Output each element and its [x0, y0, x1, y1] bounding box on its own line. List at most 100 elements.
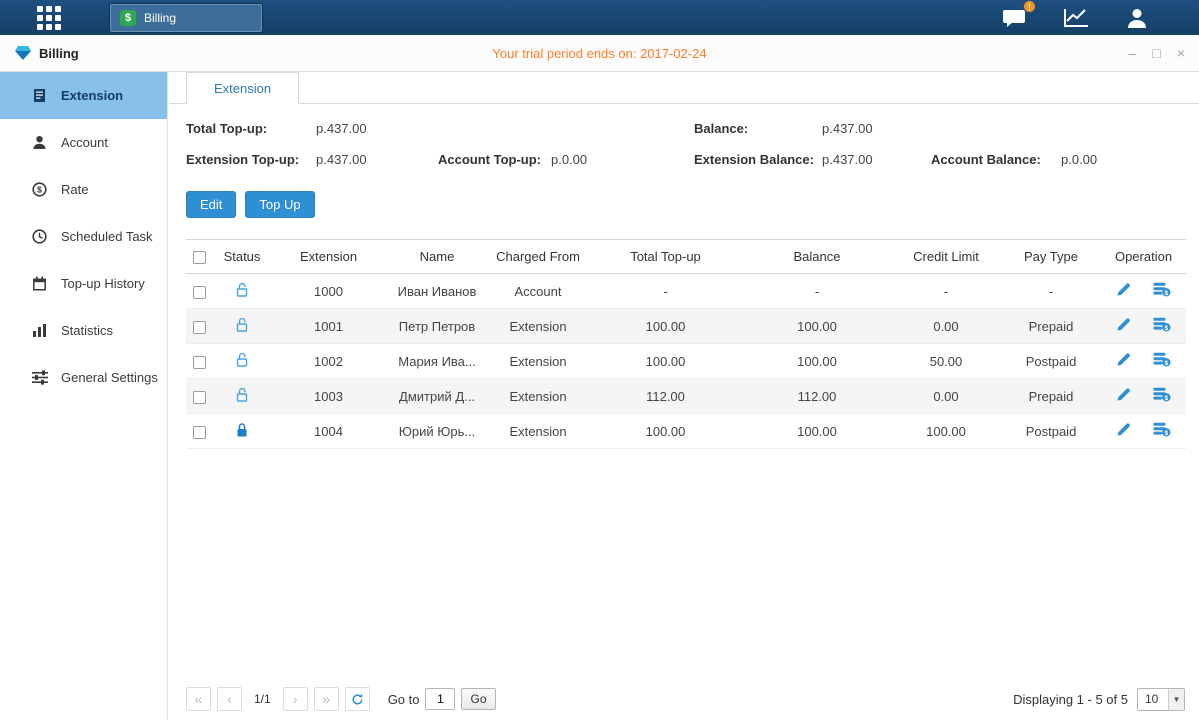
top-up-money-icon[interactable]: $ — [1153, 352, 1171, 370]
cell-name: Петр Петров — [386, 309, 488, 344]
sidebar-item-label: Extension — [61, 88, 123, 103]
col-balance[interactable]: Balance — [743, 240, 891, 274]
top-up-money-icon[interactable]: $ — [1153, 282, 1171, 300]
col-pay-type[interactable]: Pay Type — [1001, 240, 1101, 274]
top-up-money-icon[interactable]: $ — [1153, 422, 1171, 440]
app-launcher-grid-icon[interactable] — [37, 6, 61, 30]
lock-closed-icon[interactable] — [235, 422, 249, 441]
displaying-text: Displaying 1 - 5 of 5 — [1013, 692, 1128, 707]
window-controls: – □ × — [1129, 46, 1185, 60]
top-up-button[interactable]: Top Up — [245, 191, 314, 218]
table-row[interactable]: 1003 Дмитрий Д... Extension 112.00 112.0… — [186, 379, 1186, 414]
extension-topup-label: Extension Top-up: — [186, 152, 316, 167]
sidebar-item-statistics[interactable]: Statistics — [0, 307, 167, 354]
chevron-down-icon: ▼ — [1168, 689, 1184, 710]
first-page-button[interactable]: « — [186, 687, 211, 711]
sidebar-item-topup-history[interactable]: Top-up History — [0, 260, 167, 307]
cell-extension: 1004 — [271, 414, 386, 449]
lock-open-icon[interactable] — [235, 352, 249, 371]
sidebar-item-label: Top-up History — [61, 276, 145, 291]
account-balance-value: p.0.00 — [1061, 152, 1097, 167]
row-checkbox[interactable] — [193, 426, 206, 439]
refresh-icon — [351, 693, 364, 706]
cell-credit-limit: - — [891, 274, 1001, 309]
col-name[interactable]: Name — [386, 240, 488, 274]
edit-pencil-icon[interactable] — [1116, 282, 1131, 300]
svg-text:$: $ — [1164, 325, 1168, 332]
taskbar-billing-button[interactable]: $ Billing — [110, 4, 262, 32]
statistics-chart-icon[interactable] — [1063, 8, 1089, 28]
go-button[interactable]: Go — [461, 688, 495, 710]
goto-page-input[interactable] — [425, 688, 455, 710]
cell-pay-type: Postpaid — [1001, 344, 1101, 379]
edit-button[interactable]: Edit — [186, 191, 236, 218]
col-total-topup[interactable]: Total Top-up — [588, 240, 743, 274]
minimize-icon[interactable]: – — [1129, 46, 1137, 60]
edit-pencil-icon[interactable] — [1116, 387, 1131, 405]
edit-pencil-icon[interactable] — [1116, 422, 1131, 440]
lock-open-icon[interactable] — [235, 317, 249, 336]
col-operation[interactable]: Operation — [1101, 240, 1186, 274]
sidebar-item-general-settings[interactable]: General Settings — [0, 354, 167, 401]
col-extension[interactable]: Extension — [271, 240, 386, 274]
user-account-icon[interactable] — [1125, 7, 1149, 29]
table-row[interactable]: 1004 Юрий Юрь... Extension 100.00 100.00… — [186, 414, 1186, 449]
top-up-money-icon[interactable]: $ — [1153, 317, 1171, 335]
taskbar-billing-label: Billing — [144, 11, 176, 25]
next-page-button[interactable]: › — [283, 687, 308, 711]
cell-balance: - — [743, 274, 891, 309]
page-size-value: 10 — [1138, 692, 1168, 706]
select-all-checkbox[interactable] — [193, 251, 206, 264]
table-row[interactable]: 1001 Петр Петров Extension 100.00 100.00… — [186, 309, 1186, 344]
row-checkbox[interactable] — [193, 391, 206, 404]
cell-total-topup: - — [588, 274, 743, 309]
cell-name: Мария Ива... — [386, 344, 488, 379]
extension-balance-label: Extension Balance: — [694, 152, 822, 167]
col-credit-limit[interactable]: Credit Limit — [891, 240, 1001, 274]
col-status[interactable]: Status — [213, 240, 271, 274]
table-row[interactable]: 1002 Мария Ива... Extension 100.00 100.0… — [186, 344, 1186, 379]
prev-page-button[interactable]: ‹ — [217, 687, 242, 711]
svg-text:$: $ — [1164, 360, 1168, 367]
cell-total-topup: 100.00 — [588, 414, 743, 449]
row-checkbox[interactable] — [193, 286, 206, 299]
sidebar-item-rate[interactable]: $ Rate — [0, 166, 167, 213]
maximize-icon[interactable]: □ — [1152, 46, 1160, 60]
edit-pencil-icon[interactable] — [1116, 352, 1131, 370]
cell-total-topup: 112.00 — [588, 379, 743, 414]
balance-label: Balance: — [694, 121, 822, 136]
close-icon[interactable]: × — [1177, 46, 1185, 60]
table-row[interactable]: 1000 Иван Иванов Account - - - - $ — [186, 274, 1186, 309]
messages-icon[interactable]: ! — [1002, 7, 1027, 28]
tabstrip: Extension — [169, 72, 1199, 104]
pager-right: Displaying 1 - 5 of 5 10 ▼ — [1013, 688, 1185, 711]
sidebar-item-extension[interactable]: Extension — [0, 72, 167, 119]
trial-notice: Your trial period ends on: 2017-02-24 — [0, 35, 1199, 72]
col-charged-from[interactable]: Charged From — [488, 240, 588, 274]
refresh-button[interactable] — [345, 687, 370, 711]
edit-pencil-icon[interactable] — [1116, 317, 1131, 335]
topbar: $ Billing ! — [0, 0, 1199, 35]
bar-chart-icon — [31, 323, 48, 338]
page-size-select[interactable]: 10 ▼ — [1137, 688, 1185, 711]
sidebar-item-label: Account — [61, 135, 108, 150]
calendar-icon — [31, 276, 48, 291]
svg-text:$: $ — [1164, 395, 1168, 402]
rate-dollar-circle-icon: $ — [31, 182, 48, 197]
tab-extension[interactable]: Extension — [186, 72, 299, 104]
svg-text:$: $ — [37, 185, 42, 195]
balance-summary: Total Top-up: p.437.00 Balance: p.437.00… — [186, 118, 1199, 169]
cell-balance: 100.00 — [743, 414, 891, 449]
sidebar-item-scheduled-task[interactable]: Scheduled Task — [0, 213, 167, 260]
lock-open-icon[interactable] — [235, 387, 249, 406]
cell-balance: 112.00 — [743, 379, 891, 414]
row-checkbox[interactable] — [193, 321, 206, 334]
sidebar-item-label: Rate — [61, 182, 88, 197]
last-page-button[interactable]: » — [314, 687, 339, 711]
sidebar-item-account[interactable]: Account — [0, 119, 167, 166]
notification-badge: ! — [1023, 0, 1036, 13]
lock-open-icon[interactable] — [235, 282, 249, 301]
row-checkbox[interactable] — [193, 356, 206, 369]
top-up-money-icon[interactable]: $ — [1153, 387, 1171, 405]
extensions-table: Status Extension Name Charged From Total… — [186, 239, 1186, 449]
